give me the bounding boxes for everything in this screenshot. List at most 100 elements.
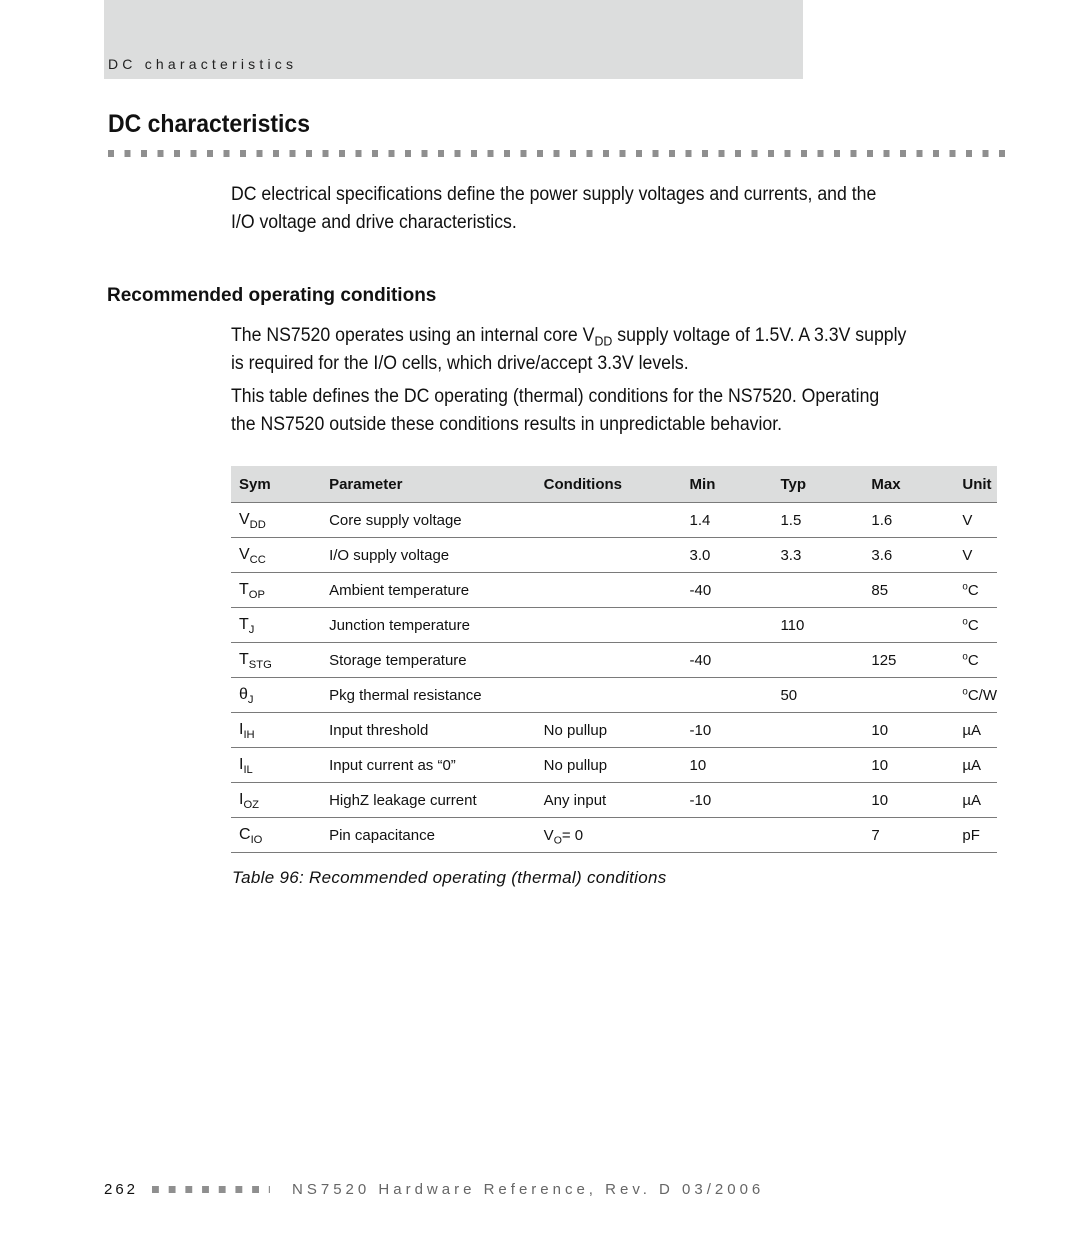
header-conditions: Conditions	[535, 466, 682, 503]
cell-parameter: Input current as “0”	[321, 747, 536, 783]
cell-max: 3.6	[863, 537, 955, 573]
cell-conditions	[535, 642, 682, 678]
running-header: DC characteristics	[104, 0, 803, 79]
cell-max: 10	[863, 712, 955, 748]
cell-unit: pF	[954, 817, 997, 853]
cond-base: V	[543, 826, 554, 844]
cell-parameter: Ambient temperature	[321, 572, 536, 608]
table-intro-paragraph: This table defines the DC operating (the…	[231, 383, 966, 439]
unit-base: C	[967, 651, 979, 669]
dotted-divider	[108, 150, 1012, 157]
cell-parameter: I/O supply voltage	[321, 537, 536, 573]
cell-sym: TJ	[231, 607, 322, 643]
unit-base: µA	[962, 756, 982, 774]
cell-parameter: Pkg thermal resistance	[321, 677, 536, 713]
cell-parameter: Junction temperature	[321, 607, 536, 643]
footer-dots	[152, 1186, 271, 1193]
cell-max: 10	[863, 782, 955, 818]
unit-base: pF	[962, 826, 980, 844]
cell-sym: VCC	[231, 537, 322, 573]
cell-conditions: Any input	[535, 782, 682, 818]
cond-sub: O	[553, 834, 562, 847]
cell-sym: CIO	[231, 817, 322, 853]
header-sym: Sym	[231, 466, 322, 503]
table-row: CIO Pin capacitance VO= 0 7 pF	[231, 817, 997, 853]
sym-base: V	[239, 511, 250, 528]
table-caption: Table 96: Recommended operating (thermal…	[232, 868, 667, 887]
sym-sub: OP	[248, 588, 265, 601]
cell-typ	[772, 642, 864, 678]
cell-min: 1.4	[681, 502, 773, 538]
table-row: θJ Pkg thermal resistance 50 oC/W	[231, 677, 997, 713]
vdd-para-sub: DD	[594, 333, 613, 349]
unit-base: µA	[962, 791, 982, 809]
sym-base: θ	[239, 686, 248, 703]
vdd-para-suffix: supply voltage of 1.5V. A 3.3V supply	[612, 325, 907, 346]
unit-base: µA	[962, 721, 982, 739]
cell-max: 10	[863, 747, 955, 783]
cell-typ: 110	[772, 607, 864, 643]
cell-unit: V	[954, 537, 997, 573]
intro-line-2: I/O voltage and drive characteristics.	[231, 212, 517, 233]
cell-min: -40	[681, 642, 773, 678]
cell-typ	[772, 747, 864, 783]
table-row: TJ Junction temperature 110 oC	[231, 607, 997, 643]
cell-sym: TSTG	[231, 642, 322, 678]
sym-sub: STG	[248, 658, 272, 671]
sym-sub: IO	[250, 833, 263, 846]
cell-max	[863, 607, 955, 643]
cell-sym: VDD	[231, 502, 322, 538]
cell-max: 125	[863, 642, 955, 678]
page-title: DC characteristics	[108, 110, 310, 138]
cell-typ	[772, 712, 864, 748]
cell-min: 10	[681, 747, 773, 783]
cell-typ	[772, 782, 864, 818]
intro-line-1: DC electrical specifications define the …	[231, 184, 877, 205]
cell-parameter: Storage temperature	[321, 642, 536, 678]
cell-unit: V	[954, 502, 997, 538]
cell-min	[681, 817, 773, 853]
vdd-paragraph: The NS7520 operates using an internal co…	[231, 322, 966, 378]
running-header-title: DC characteristics	[108, 56, 298, 72]
cell-sym: TOP	[231, 572, 322, 608]
cell-conditions: No pullup	[535, 747, 682, 783]
sym-base: C	[239, 826, 251, 843]
cell-sym: IIL	[231, 747, 322, 783]
cell-parameter: Input threshold	[321, 712, 536, 748]
operating-conditions-table: Sym Parameter Conditions Min Typ Max Uni…	[231, 466, 997, 853]
sym-base: V	[239, 546, 250, 563]
cell-sym: IOZ	[231, 782, 322, 818]
header-min: Min	[681, 466, 773, 503]
cell-min: 3.0	[681, 537, 773, 573]
sym-base: T	[239, 581, 249, 598]
cell-conditions	[535, 537, 682, 573]
cell-sym: θJ	[231, 677, 322, 713]
sym-sub: IL	[243, 763, 253, 776]
cell-conditions	[535, 572, 682, 608]
cell-conditions	[535, 502, 682, 538]
sym-sub: OZ	[243, 798, 259, 811]
table-row: TOP Ambient temperature -40 85 oC	[231, 572, 997, 608]
cond-base: No pullup	[543, 756, 608, 774]
cell-unit: oC	[954, 642, 997, 678]
sym-sub: J	[248, 623, 255, 636]
cell-max: 85	[863, 572, 955, 608]
vdd-para-line-2: is required for the I/O cells, which dri…	[231, 353, 689, 374]
table-row: TSTG Storage temperature -40 125 oC	[231, 642, 997, 678]
cell-typ: 50	[772, 677, 864, 713]
cell-typ	[772, 572, 864, 608]
cell-unit: µA	[954, 747, 997, 783]
section-heading: Recommended operating conditions	[107, 285, 437, 306]
cell-unit: oC/W	[954, 677, 997, 713]
sym-sub: DD	[249, 518, 266, 531]
table-row: IIH Input threshold No pullup -10 10 µA	[231, 712, 997, 748]
sym-sub: IH	[243, 728, 255, 741]
unit-base: C/W	[967, 686, 997, 704]
cell-min	[681, 677, 773, 713]
cell-sym: IIH	[231, 712, 322, 748]
table-row: IIL Input current as “0” No pullup 10 10 µA	[231, 747, 997, 783]
table-row: IOZ HighZ leakage current Any input -10 10 µA	[231, 782, 997, 818]
document-reference: NS7520 Hardware Reference, Rev. D 03/200…	[292, 1181, 765, 1198]
cell-min	[681, 607, 773, 643]
cell-min: -10	[681, 712, 773, 748]
